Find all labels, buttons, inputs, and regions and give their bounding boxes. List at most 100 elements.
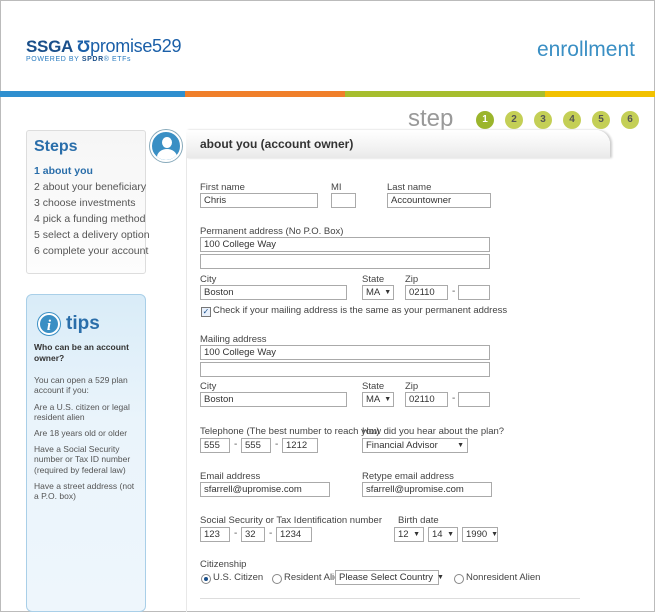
- ssga-upromise-logo[interactable]: SSGA Ʊpromise529 POWERED BY SPDR® ETFs: [26, 36, 182, 63]
- ssn-part1-input[interactable]: 123: [200, 527, 230, 542]
- birth-month-select[interactable]: 12 ▼: [394, 527, 424, 542]
- resident-alien-radio[interactable]: [272, 574, 282, 584]
- permanent-address-label: Permanent address (No P.O. Box): [200, 226, 344, 237]
- birth-month-value: 12: [398, 528, 409, 540]
- mi-input[interactable]: [331, 193, 356, 208]
- mailing-zip-ext-input[interactable]: [458, 392, 490, 407]
- ssn-label: Social Security or Tax Identification nu…: [200, 515, 382, 526]
- same-address-checkbox[interactable]: ✓: [201, 307, 211, 317]
- mailing-address-label: Mailing address: [200, 334, 267, 345]
- color-bar-blue: [0, 91, 185, 97]
- permanent-zip-ext-input[interactable]: [458, 285, 490, 300]
- first-name-input[interactable]: Chris: [200, 193, 318, 208]
- logo-promise: promise529: [90, 36, 182, 56]
- mailing-address-line2-input[interactable]: [200, 362, 490, 377]
- tips-paragraph: Have a Social Security number or Tax ID …: [34, 444, 131, 475]
- citizenship-label: Citizenship: [200, 559, 247, 570]
- step-3-indicator: 3: [534, 111, 552, 129]
- birth-day-value: 14: [432, 528, 443, 540]
- birth-date-label: Birth date: [398, 515, 439, 526]
- city-label: City: [200, 274, 217, 285]
- email-input[interactable]: sfarrell@upromise.com: [200, 482, 330, 497]
- us-citizen-radio[interactable]: [201, 574, 211, 584]
- logo-etfs: ® ETFs: [103, 56, 132, 63]
- tips-title: tips: [66, 313, 100, 334]
- tips-paragraph: Are 18 years old or older: [34, 428, 128, 438]
- mailing-state-label: State: [362, 381, 385, 392]
- hear-about-label: How did you hear about the plan?: [362, 426, 505, 437]
- ssn-part2-input[interactable]: 32: [241, 527, 265, 542]
- mailing-city-input[interactable]: Boston: [200, 392, 347, 407]
- first-name-label: First name: [200, 182, 245, 193]
- mailing-city-label: City: [200, 381, 217, 392]
- tips-header: i tips: [38, 313, 138, 335]
- telephone-line-input[interactable]: 1212: [282, 438, 318, 453]
- logo-powered-by: POWERED BY: [26, 56, 80, 63]
- logo-u-mark: Ʊ: [76, 37, 91, 56]
- same-address-label: Check if your mailing address is the sam…: [213, 305, 508, 316]
- mailing-state-value: MA: [366, 393, 381, 405]
- color-bar: [0, 91, 655, 97]
- ssn-dash: -: [269, 528, 273, 539]
- step-5-indicator: 5: [592, 111, 610, 129]
- sidebar-item-about-beneficiary[interactable]: 2 about your beneficiary: [34, 181, 146, 193]
- mailing-zip-label: Zip: [405, 381, 419, 392]
- step-1-indicator: 1: [476, 111, 494, 129]
- chevron-down-icon: ▼: [491, 530, 499, 538]
- telephone-prefix-input[interactable]: 555: [241, 438, 271, 453]
- sidebar-item-choose-investments[interactable]: 3 choose investments: [34, 197, 138, 209]
- color-bar-green: [345, 91, 545, 97]
- chevron-down-icon: ▼: [457, 441, 464, 449]
- country-select[interactable]: Please Select Country ▼: [335, 570, 444, 585]
- permanent-state-select[interactable]: MA ▼: [362, 285, 394, 300]
- info-icon: i: [38, 313, 60, 335]
- chevron-down-icon: ▼: [413, 530, 420, 538]
- us-citizen-label: U.S. Citizen: [213, 572, 264, 583]
- tips-paragraph: You can open a 529 plan account if you:: [34, 375, 128, 396]
- permanent-address-line2-input[interactable]: [200, 254, 490, 269]
- step-label: step: [408, 105, 454, 132]
- permanent-zip-input[interactable]: 02110: [405, 285, 448, 300]
- mailing-zip-input[interactable]: 02110: [405, 392, 448, 407]
- zip-label: Zip: [405, 274, 419, 285]
- email-label: Email address: [200, 471, 261, 482]
- logo-wordmark: SSGA Ʊpromise529: [26, 36, 182, 57]
- birth-day-select[interactable]: 14 ▼: [428, 527, 458, 542]
- chevron-down-icon: ▼: [447, 530, 454, 538]
- birth-year-value: 1990: [466, 528, 488, 540]
- birth-year-select[interactable]: 1990 ▼: [462, 527, 498, 542]
- logo-ssga: SSGA: [26, 37, 73, 56]
- steps-sidebar: Steps 1 about you 2 about your beneficia…: [26, 130, 150, 274]
- sidebar-item-about-you[interactable]: 1 about you: [34, 165, 138, 177]
- chevron-down-icon: ▼: [437, 573, 444, 581]
- tips-panel: i tips Who can be an account owner? You …: [26, 294, 146, 612]
- nonresident-alien-radio[interactable]: [454, 574, 464, 584]
- mailing-address-line1-input[interactable]: 100 College Way: [200, 345, 490, 360]
- divider: [200, 598, 580, 599]
- telephone-area-input[interactable]: 555: [200, 438, 230, 453]
- telephone-dash: -: [275, 439, 279, 450]
- step-6-indicator: 6: [621, 111, 639, 129]
- sidebar-item-delivery-option[interactable]: 5 select a delivery option: [34, 229, 150, 241]
- nonresident-alien-label: Nonresident Alien: [466, 572, 541, 583]
- ssn-part3-input[interactable]: 1234: [276, 527, 312, 542]
- chevron-down-icon: ▼: [384, 395, 392, 403]
- retype-email-input[interactable]: sfarrell@upromise.com: [362, 482, 492, 497]
- mailing-state-select[interactable]: MA ▼: [362, 392, 394, 407]
- zip-dash: -: [452, 286, 456, 297]
- sidebar-item-funding-method[interactable]: 4 pick a funding method: [34, 213, 146, 225]
- tips-question: Who can be an account owner?: [34, 342, 129, 363]
- section-header: about you (account owner): [186, 130, 610, 158]
- user-avatar-icon: [150, 130, 182, 162]
- permanent-state-value: MA: [366, 286, 381, 298]
- sidebar-item-complete-account[interactable]: 6 complete your account: [34, 245, 148, 257]
- chevron-down-icon: ▼: [384, 288, 392, 296]
- permanent-city-input[interactable]: Boston: [200, 285, 347, 300]
- color-bar-orange: [185, 91, 345, 97]
- step-4-indicator: 4: [563, 111, 581, 129]
- permanent-address-line1-input[interactable]: 100 College Way: [200, 237, 490, 252]
- last-name-input[interactable]: Accountowner: [387, 193, 491, 208]
- mailing-zip-dash: -: [452, 393, 456, 404]
- color-bar-yellow: [545, 91, 655, 97]
- hear-about-select[interactable]: Financial Advisor ▼: [362, 438, 468, 453]
